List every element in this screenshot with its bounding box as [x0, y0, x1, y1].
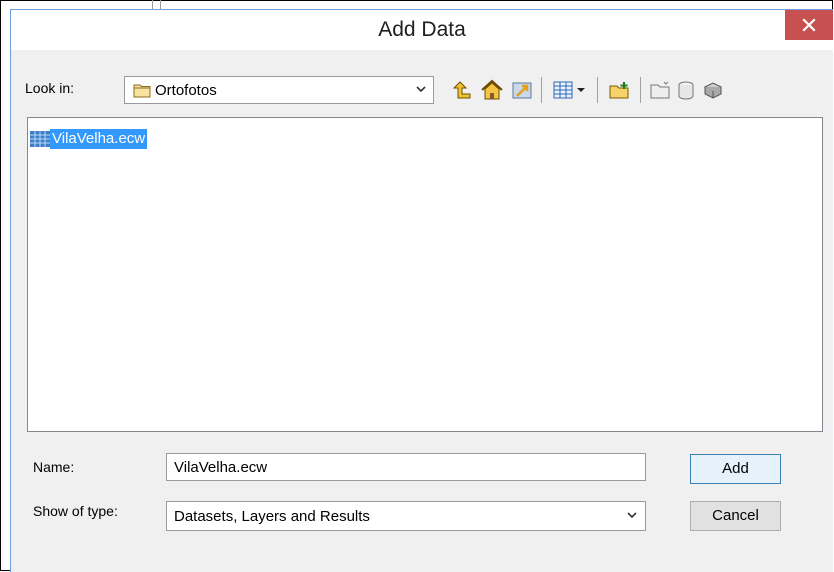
go-to-default-geodatabase-icon — [512, 82, 532, 99]
add-button[interactable]: Add — [690, 454, 781, 484]
up-one-level-icon — [452, 81, 471, 99]
cancel-button[interactable]: Cancel — [690, 501, 781, 531]
view-dropdown-button[interactable] — [572, 76, 590, 104]
title-bar[interactable]: Add Data — [11, 10, 833, 50]
home-icon — [481, 79, 503, 100]
dialog-title: Add Data — [378, 18, 466, 41]
up-one-level-button[interactable] — [449, 76, 475, 104]
view-dropdown-icon — [577, 88, 585, 92]
chevron-down-icon — [416, 86, 426, 93]
details-view-icon — [553, 81, 573, 99]
raster-dataset-icon — [30, 131, 50, 147]
new-geodatabase-button[interactable] — [674, 76, 700, 104]
connect-to-folder-button[interactable] — [607, 76, 633, 104]
look-in-label: Look in: — [25, 80, 75, 96]
file-name: VilaVelha.ecw — [50, 129, 148, 149]
look-in-dropdown[interactable]: Ortofotos — [124, 76, 434, 104]
name-field[interactable] — [166, 453, 646, 481]
chevron-down-icon — [627, 512, 637, 519]
toolbar-separator — [541, 77, 542, 103]
close-button[interactable] — [785, 10, 833, 40]
add-data-dialog: Add Data Look in: Ortofotos VilaVelha.ec… — [10, 9, 833, 572]
name-label: Name: — [33, 459, 75, 475]
toolbar-separator — [640, 77, 641, 103]
default-geodatabase-button[interactable] — [509, 76, 535, 104]
look-in-value: Ortofotos — [155, 82, 217, 99]
new-geodatabase-icon — [678, 81, 694, 100]
show-of-type-value: Datasets, Layers and Results — [174, 508, 370, 525]
list-item[interactable]: VilaVelha.ecw — [30, 129, 148, 149]
toolbar-separator — [597, 77, 598, 103]
new-folder-icon — [650, 81, 670, 99]
new-feature-dataset-button[interactable] — [700, 76, 726, 104]
folder-icon — [133, 84, 151, 98]
show-of-type-label: Show of type: — [33, 503, 118, 519]
file-list[interactable]: VilaVelha.ecw — [27, 117, 823, 432]
new-feature-dataset-icon — [703, 82, 723, 99]
connect-to-folder-icon — [609, 82, 629, 99]
home-button[interactable] — [479, 76, 505, 104]
show-of-type-dropdown[interactable]: Datasets, Layers and Results — [166, 501, 646, 531]
close-icon — [802, 18, 816, 32]
new-folder-button[interactable] — [648, 76, 674, 104]
